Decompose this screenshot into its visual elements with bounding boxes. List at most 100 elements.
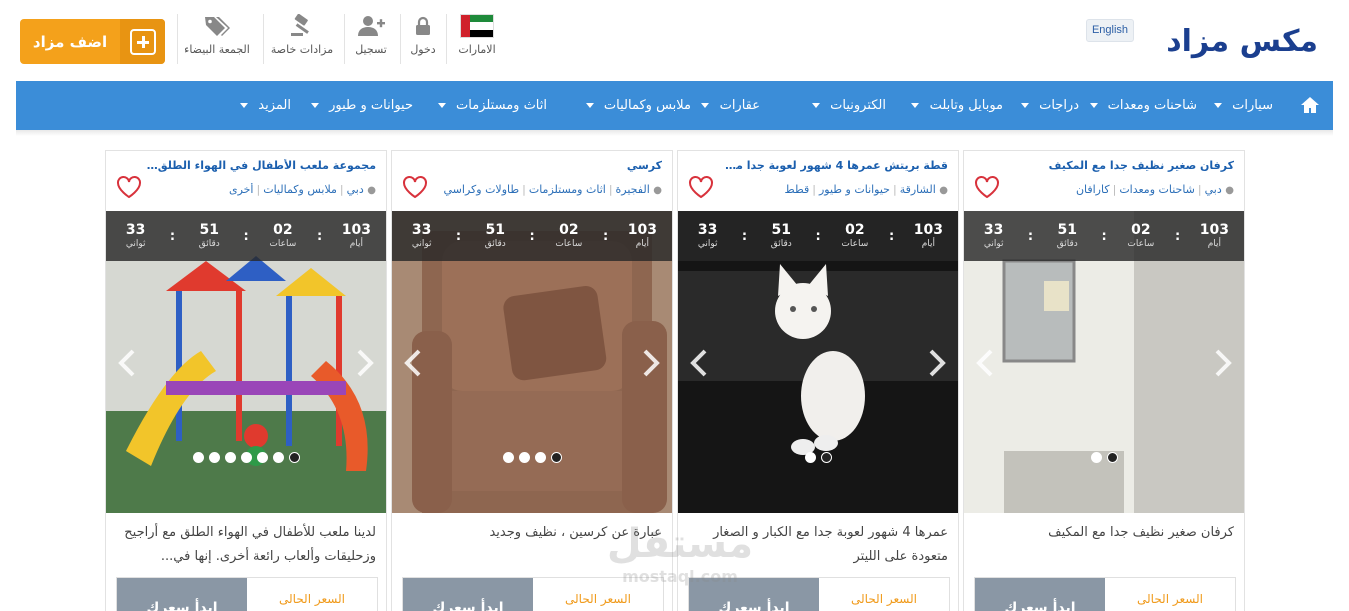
category-label: اثاث ومستلزمات	[456, 98, 547, 113]
auction-card[interactable]: مجموعة ملعب الأطفال في الهواء الطلق (1 ل…	[105, 150, 387, 611]
carousel-dot[interactable]	[256, 452, 268, 463]
timer-minutes: 51	[199, 222, 219, 238]
carousel-dots	[964, 452, 1244, 463]
card-photo-carousel[interactable]: 103 أيام : 02 ساعات : 51 دقائق : 33 ثواني	[106, 211, 386, 513]
black-friday-label: الجمعة البيضاء	[184, 43, 250, 56]
chevron-right-icon[interactable]	[642, 349, 660, 377]
carousel-dots	[106, 452, 386, 463]
timer-hours-label: ساعات	[1127, 239, 1155, 249]
chevron-left-icon[interactable]	[690, 349, 708, 377]
category-label: دراجات	[1039, 98, 1079, 113]
chevron-left-icon[interactable]	[976, 349, 994, 377]
site-logo[interactable]: مكس مزاد	[1158, 22, 1319, 62]
card-city[interactable]: دبي	[1205, 183, 1222, 196]
home-icon[interactable]	[1300, 96, 1320, 114]
card-description: عمرها 4 شهور لعوبة جدا مع الكبار و الصغا…	[713, 525, 948, 564]
carousel-dot[interactable]	[502, 452, 514, 463]
chevron-right-icon[interactable]	[928, 349, 946, 377]
top-header: مكس مزاد English الامارات دخول تسجيل مزا…	[0, 0, 1349, 80]
card-category[interactable]: شاحنات ومعدات	[1119, 183, 1195, 196]
bid-button[interactable]: ابدأ سعرك	[403, 578, 533, 611]
auction-card[interactable]: كرفان صغير نظيف جدا مع المكيف ● دبي|شاحن…	[963, 150, 1245, 611]
auction-card[interactable]: قطة بريتش عمرها 4 شهور لعوبة جدا مع الكب…	[677, 150, 959, 611]
category-furniture[interactable]: اثاث ومستلزمات	[437, 81, 547, 130]
favorite-heart-icon[interactable]	[402, 175, 428, 199]
card-category[interactable]: اثاث ومستلزمات	[529, 183, 606, 196]
card-city[interactable]: الشارقة	[900, 183, 936, 196]
card-title[interactable]: قطة بريتش عمرها 4 شهور لعوبة جدا مع الكب…	[718, 159, 948, 172]
card-subcategory[interactable]: أخرى	[229, 183, 254, 196]
carousel-dot-active[interactable]	[288, 452, 300, 463]
card-city[interactable]: الفجيرة	[616, 183, 650, 196]
bid-button[interactable]: ابدأ سعرك	[975, 578, 1105, 611]
carousel-dot[interactable]	[534, 452, 546, 463]
timer-hours-label: ساعات	[841, 239, 869, 249]
category-animals[interactable]: حيوانات و طيور	[310, 81, 413, 130]
carousel-dot-active[interactable]	[1106, 452, 1118, 463]
map-marker-icon: ●	[1225, 185, 1234, 196]
language-toggle-button[interactable]: English	[1086, 19, 1134, 42]
card-photo-carousel[interactable]: 103 أيام : 02 ساعات : 51 دقائق : 33 ثواني	[392, 211, 672, 513]
register-label: تسجيل	[355, 43, 387, 56]
card-category[interactable]: حيوانات و طيور	[819, 183, 890, 196]
timer-hours: 02	[845, 222, 865, 238]
chevron-left-icon[interactable]	[118, 349, 136, 377]
carousel-dot-active[interactable]	[550, 452, 562, 463]
chevron-right-icon[interactable]	[1214, 349, 1232, 377]
auction-card[interactable]: كرسي ● الفجيرة|اثاث ومستلزمات|طاولات وكر…	[391, 150, 673, 611]
card-title[interactable]: مجموعة ملعب الأطفال في الهواء الطلق (1 ل…	[146, 159, 376, 172]
category-label: شاحنات ومعدات	[1107, 98, 1197, 113]
category-electronics[interactable]: الكترونيات	[811, 81, 886, 130]
user-plus-icon	[358, 16, 385, 36]
carousel-dot[interactable]	[820, 452, 832, 463]
timer-minutes: 51	[1057, 222, 1077, 238]
card-subcategory[interactable]: كارافان	[1076, 183, 1110, 196]
favorite-heart-icon[interactable]	[116, 175, 142, 199]
category-label: عقارات	[719, 98, 760, 113]
category-clothes[interactable]: ملابس وكماليات	[585, 81, 691, 130]
timer-seconds: 33	[983, 222, 1004, 238]
card-photo-carousel[interactable]: 103 أيام : 02 ساعات : 51 دقائق : 33 ثواني	[678, 211, 958, 513]
category-trucks[interactable]: شاحنات ومعدات	[1089, 81, 1197, 130]
favorite-heart-icon[interactable]	[688, 175, 714, 199]
carousel-dot[interactable]	[518, 452, 530, 463]
category-nav: سيارات شاحنات ومعدات دراجات موبايل وتابل…	[16, 81, 1333, 130]
category-cars[interactable]: سيارات	[1213, 81, 1273, 130]
bid-button[interactable]: ابدأ سعرك	[117, 578, 247, 611]
category-mobile[interactable]: موبايل وتابلت	[911, 81, 1003, 130]
chevron-right-icon[interactable]	[356, 349, 374, 377]
category-label: ملابس وكماليات	[603, 98, 691, 113]
carousel-dot[interactable]	[224, 452, 236, 463]
add-auction-button[interactable]: اضف مزاد	[20, 19, 165, 64]
card-title[interactable]: كرفان صغير نظيف جدا مع المكيف	[1004, 159, 1234, 172]
register-link[interactable]: تسجيل	[335, 12, 407, 68]
lock-icon	[416, 16, 430, 35]
category-bikes[interactable]: دراجات	[1020, 81, 1079, 130]
timer-hours-label: ساعات	[269, 239, 297, 249]
carousel-dot[interactable]	[272, 452, 284, 463]
carousel-dot-active[interactable]	[804, 452, 816, 463]
card-subcategory[interactable]: قطط	[785, 183, 810, 196]
card-photo-carousel[interactable]: 103 أيام : 02 ساعات : 51 دقائق : 33 ثواني	[964, 211, 1244, 513]
card-title[interactable]: كرسي	[432, 159, 662, 172]
category-label: الكترونيات	[830, 98, 886, 113]
black-friday-link[interactable]: الجمعة البيضاء	[181, 12, 253, 68]
caret-down-icon	[1089, 103, 1098, 108]
carousel-dot[interactable]	[1090, 452, 1102, 463]
private-auctions-link[interactable]: مزادات خاصة	[266, 12, 338, 68]
card-subcategory[interactable]: طاولات وكراسي	[444, 183, 520, 196]
divider	[344, 14, 345, 64]
carousel-dot[interactable]	[240, 452, 252, 463]
card-category[interactable]: ملابس وكماليات	[263, 183, 337, 196]
timer-seconds-label: ثواني	[983, 239, 1004, 249]
chevron-left-icon[interactable]	[404, 349, 422, 377]
caret-down-icon	[811, 103, 820, 108]
timer-days-label: أيام	[635, 239, 650, 249]
carousel-dot[interactable]	[208, 452, 220, 463]
card-city[interactable]: دبي	[347, 183, 364, 196]
carousel-dot[interactable]	[192, 452, 204, 463]
category-realestate[interactable]: عقارات	[701, 81, 760, 130]
category-more[interactable]: المزيد	[240, 81, 291, 130]
favorite-heart-icon[interactable]	[974, 175, 1000, 199]
bid-button[interactable]: ابدأ سعرك	[689, 578, 819, 611]
